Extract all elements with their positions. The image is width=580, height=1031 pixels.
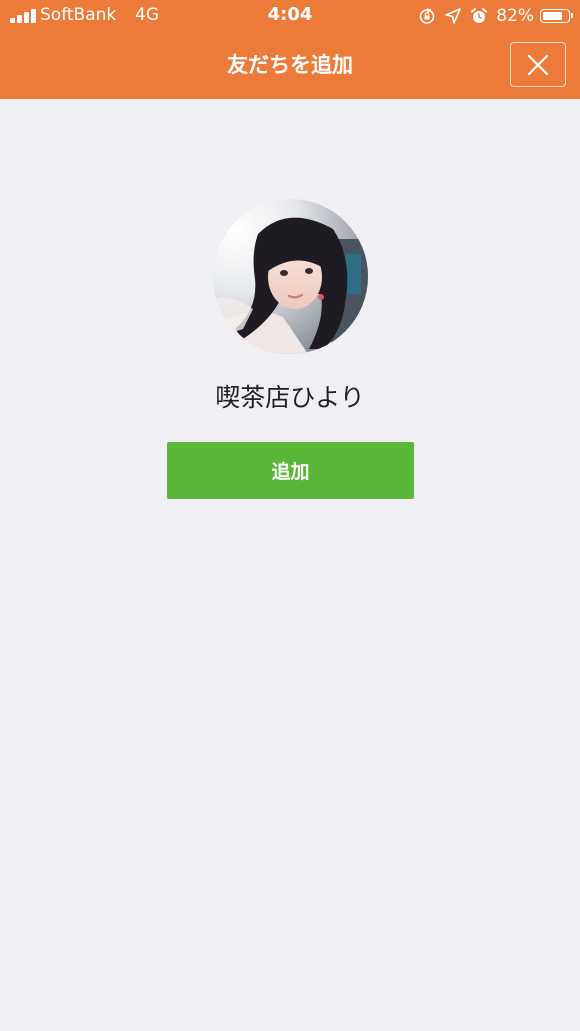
status-indicators: 82% bbox=[418, 5, 573, 27]
battery-level bbox=[543, 12, 562, 20]
orientation-lock-icon bbox=[418, 7, 436, 25]
add-friend-button[interactable]: 追加 bbox=[167, 442, 414, 499]
battery-percentage: 82% bbox=[496, 6, 534, 26]
profile-photo bbox=[213, 199, 368, 354]
close-button[interactable] bbox=[510, 42, 566, 87]
location-arrow-icon bbox=[444, 7, 462, 25]
header-bar: SoftBank 4G 4:04 82% 友だちを追加 bbox=[0, 0, 580, 99]
alarm-icon bbox=[470, 7, 488, 25]
profile-name: 喫茶店ひより bbox=[215, 383, 365, 412]
battery-icon bbox=[540, 9, 573, 23]
page-title: 友だちを追加 bbox=[227, 53, 353, 77]
close-icon bbox=[527, 54, 549, 75]
status-bar: SoftBank 4G 4:04 82% bbox=[0, 0, 580, 32]
avatar bbox=[213, 199, 368, 354]
